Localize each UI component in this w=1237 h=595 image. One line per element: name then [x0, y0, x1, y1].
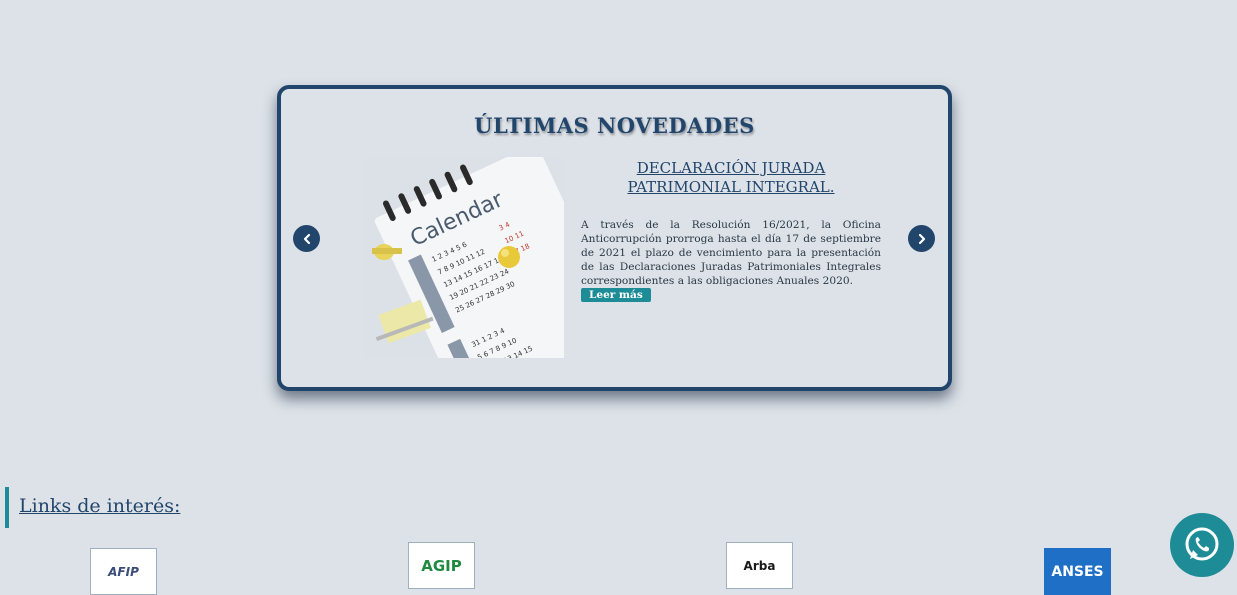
anses-logo-link[interactable]: ANSES — [1044, 548, 1111, 595]
carousel-prev-button[interactable] — [293, 225, 320, 252]
read-more-button[interactable]: Leer más — [581, 288, 651, 302]
carousel-next-button[interactable] — [908, 225, 935, 252]
arba-logo-link[interactable]: Arba — [726, 542, 793, 589]
news-item-title[interactable]: DECLARACIÓN JURADA PATRIMONIAL INTEGRAL. — [581, 159, 881, 197]
news-heading: ÚLTIMAS NOVEDADES — [474, 113, 755, 138]
agip-logo-link[interactable]: AGIP — [408, 542, 475, 589]
agip-logo-text: AGIP — [421, 556, 462, 575]
links-heading: Links de interés: — [19, 495, 181, 517]
news-item-body: A través de la Resolución 16/2021, la Of… — [581, 219, 881, 287]
afip-logo-link[interactable]: AFIP — [90, 548, 157, 595]
news-image: Calendar 1 2 3 4 5 6 7 8 9 10 11 12 13 1… — [364, 157, 564, 358]
arba-logo-text: Arba — [743, 558, 776, 573]
links-accent-bar — [5, 487, 9, 528]
chevron-left-icon — [303, 233, 310, 244]
afip-logo-text: AFIP — [108, 564, 139, 579]
chevron-right-icon — [918, 233, 925, 244]
whatsapp-chat-button[interactable] — [1170, 513, 1234, 577]
whatsapp-icon — [1185, 527, 1219, 561]
news-carousel: ÚLTIMAS NOVEDADES Calendar 1 2 3 4 5 6 7… — [277, 85, 952, 391]
anses-logo-text: ANSES — [1051, 563, 1104, 580]
